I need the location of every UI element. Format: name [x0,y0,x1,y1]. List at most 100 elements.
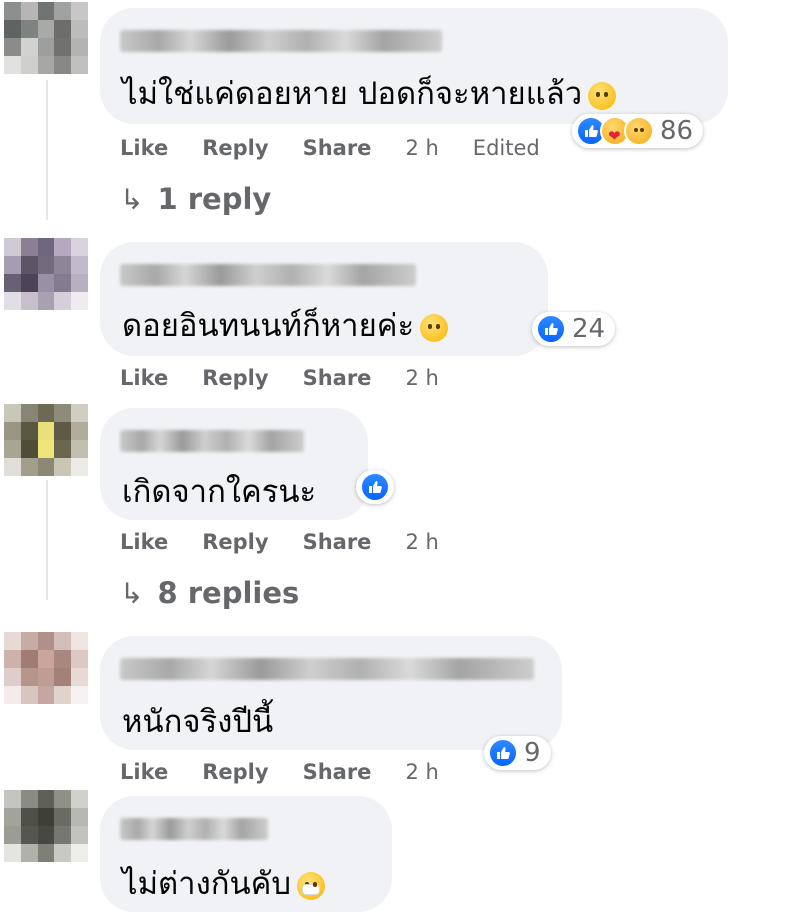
reaction-count: 86 [660,116,694,146]
avatar-pixel [71,632,88,650]
avatar-pixel [37,650,55,668]
avatar[interactable] [4,404,88,476]
commenter-name-blurred[interactable] [120,818,268,840]
avatar-pixel [54,826,72,844]
avatar-pixel [71,668,88,686]
avatar-pixel [4,56,21,74]
avatar-pixel [37,404,55,422]
like-reaction-icon [536,314,566,344]
share-button[interactable]: Share [303,760,372,784]
avatar-pixel [54,632,72,650]
avatar-pixel [71,650,88,668]
share-button[interactable]: Share [303,136,372,160]
comment-timestamp[interactable]: 2 h [405,136,438,160]
commenter-name-blurred[interactable] [120,658,534,680]
avatar-pixel [20,256,38,274]
reaction-summary[interactable]: 9 [484,736,551,770]
avatar-pixel [54,686,72,704]
avatar-pixel [37,844,55,862]
avatar-pixel [71,686,88,704]
avatar[interactable] [4,790,88,862]
reply-arrow-icon: ↳ [120,576,144,610]
like-button[interactable]: Like [120,760,168,784]
reply-button[interactable]: Reply [202,366,268,390]
like-button[interactable]: Like [120,136,168,160]
avatar-pixel [4,404,21,422]
like-reaction-icon [488,738,518,768]
crying-emoji [420,313,449,342]
avatar-pixel [20,808,38,826]
avatar-pixel [20,826,38,844]
mask-emoji [297,871,326,900]
like-reaction-icon [360,472,390,502]
avatar[interactable] [4,2,88,74]
avatar-pixel [54,458,72,476]
comment-actions: Like Reply Share 2 h [120,366,473,390]
avatar-pixel [37,686,55,704]
comment-actions: Like Reply Share 2 h [120,760,473,784]
avatar-pixel [37,20,55,38]
thread-line [46,80,48,220]
avatar-pixel [20,238,38,256]
avatar-pixel [37,826,55,844]
sad-tear-emoji [588,81,617,110]
share-button[interactable]: Share [303,366,372,390]
reply-button[interactable]: Reply [202,760,268,784]
avatar-pixel [20,650,38,668]
like-button[interactable]: Like [120,530,168,554]
avatar-pixel [20,458,38,476]
reaction-summary[interactable] [356,470,394,504]
comment-timestamp[interactable]: 2 h [405,366,438,390]
commenter-name-blurred[interactable] [120,264,416,286]
avatar-pixel [71,422,88,440]
avatar-pixel [20,404,38,422]
share-button[interactable]: Share [303,530,372,554]
avatar-pixel [20,844,38,862]
avatar-pixel [54,440,72,458]
avatar-pixel [37,422,55,440]
avatar-pixel [71,20,88,38]
avatar[interactable] [4,632,88,704]
commenter-name-blurred[interactable] [120,430,304,452]
comment-timestamp[interactable]: 2 h [405,530,438,554]
reaction-summary[interactable]: 86 [572,114,704,148]
reply-button[interactable]: Reply [202,530,268,554]
avatar-pixel [20,686,38,704]
avatar-pixel [71,256,88,274]
avatar-pixel [4,686,21,704]
avatar-pixel [54,808,72,826]
avatar-pixel [71,844,88,862]
comment-bubble: ไม่ใช่แค่ดอยหาย ปอดก็จะหายแล้ว [100,8,728,124]
avatar-pixel [20,56,38,74]
avatar[interactable] [4,238,88,310]
avatar-pixel [20,38,38,56]
reply-button[interactable]: Reply [202,136,268,160]
edited-label: Edited [472,136,540,160]
avatar-pixel [37,2,55,20]
reaction-summary[interactable]: 24 [532,312,616,346]
comment-timestamp[interactable]: 2 h [405,760,438,784]
replies-label: 8 replies [157,576,300,610]
avatar-pixel [4,808,21,826]
view-replies-link[interactable]: ↳ 1 reply [120,182,271,216]
avatar-pixel [37,632,55,650]
commenter-name-blurred[interactable] [120,30,442,52]
avatar-pixel [37,440,55,458]
avatar-pixel [54,650,72,668]
avatar-pixel [54,668,72,686]
like-button[interactable]: Like [120,366,168,390]
comment-bubble: เกิดจากใครนะ [100,408,368,520]
avatar-pixel [54,56,72,74]
view-replies-link[interactable]: ↳ 8 replies [120,576,299,610]
comment-actions: Like Reply Share 2 h Edited [120,136,574,160]
avatar-pixel [4,650,21,668]
avatar-pixel [37,38,55,56]
comment-text: ไม่ต่างกันคับ [122,858,326,908]
reply-arrow-icon: ↳ [120,182,144,216]
avatar-pixel [54,422,72,440]
comment-actions: Like Reply Share 2 h [120,530,473,554]
avatar-pixel [71,2,88,20]
avatar-pixel [54,238,72,256]
avatar-pixel [71,56,88,74]
avatar-pixel [4,440,21,458]
